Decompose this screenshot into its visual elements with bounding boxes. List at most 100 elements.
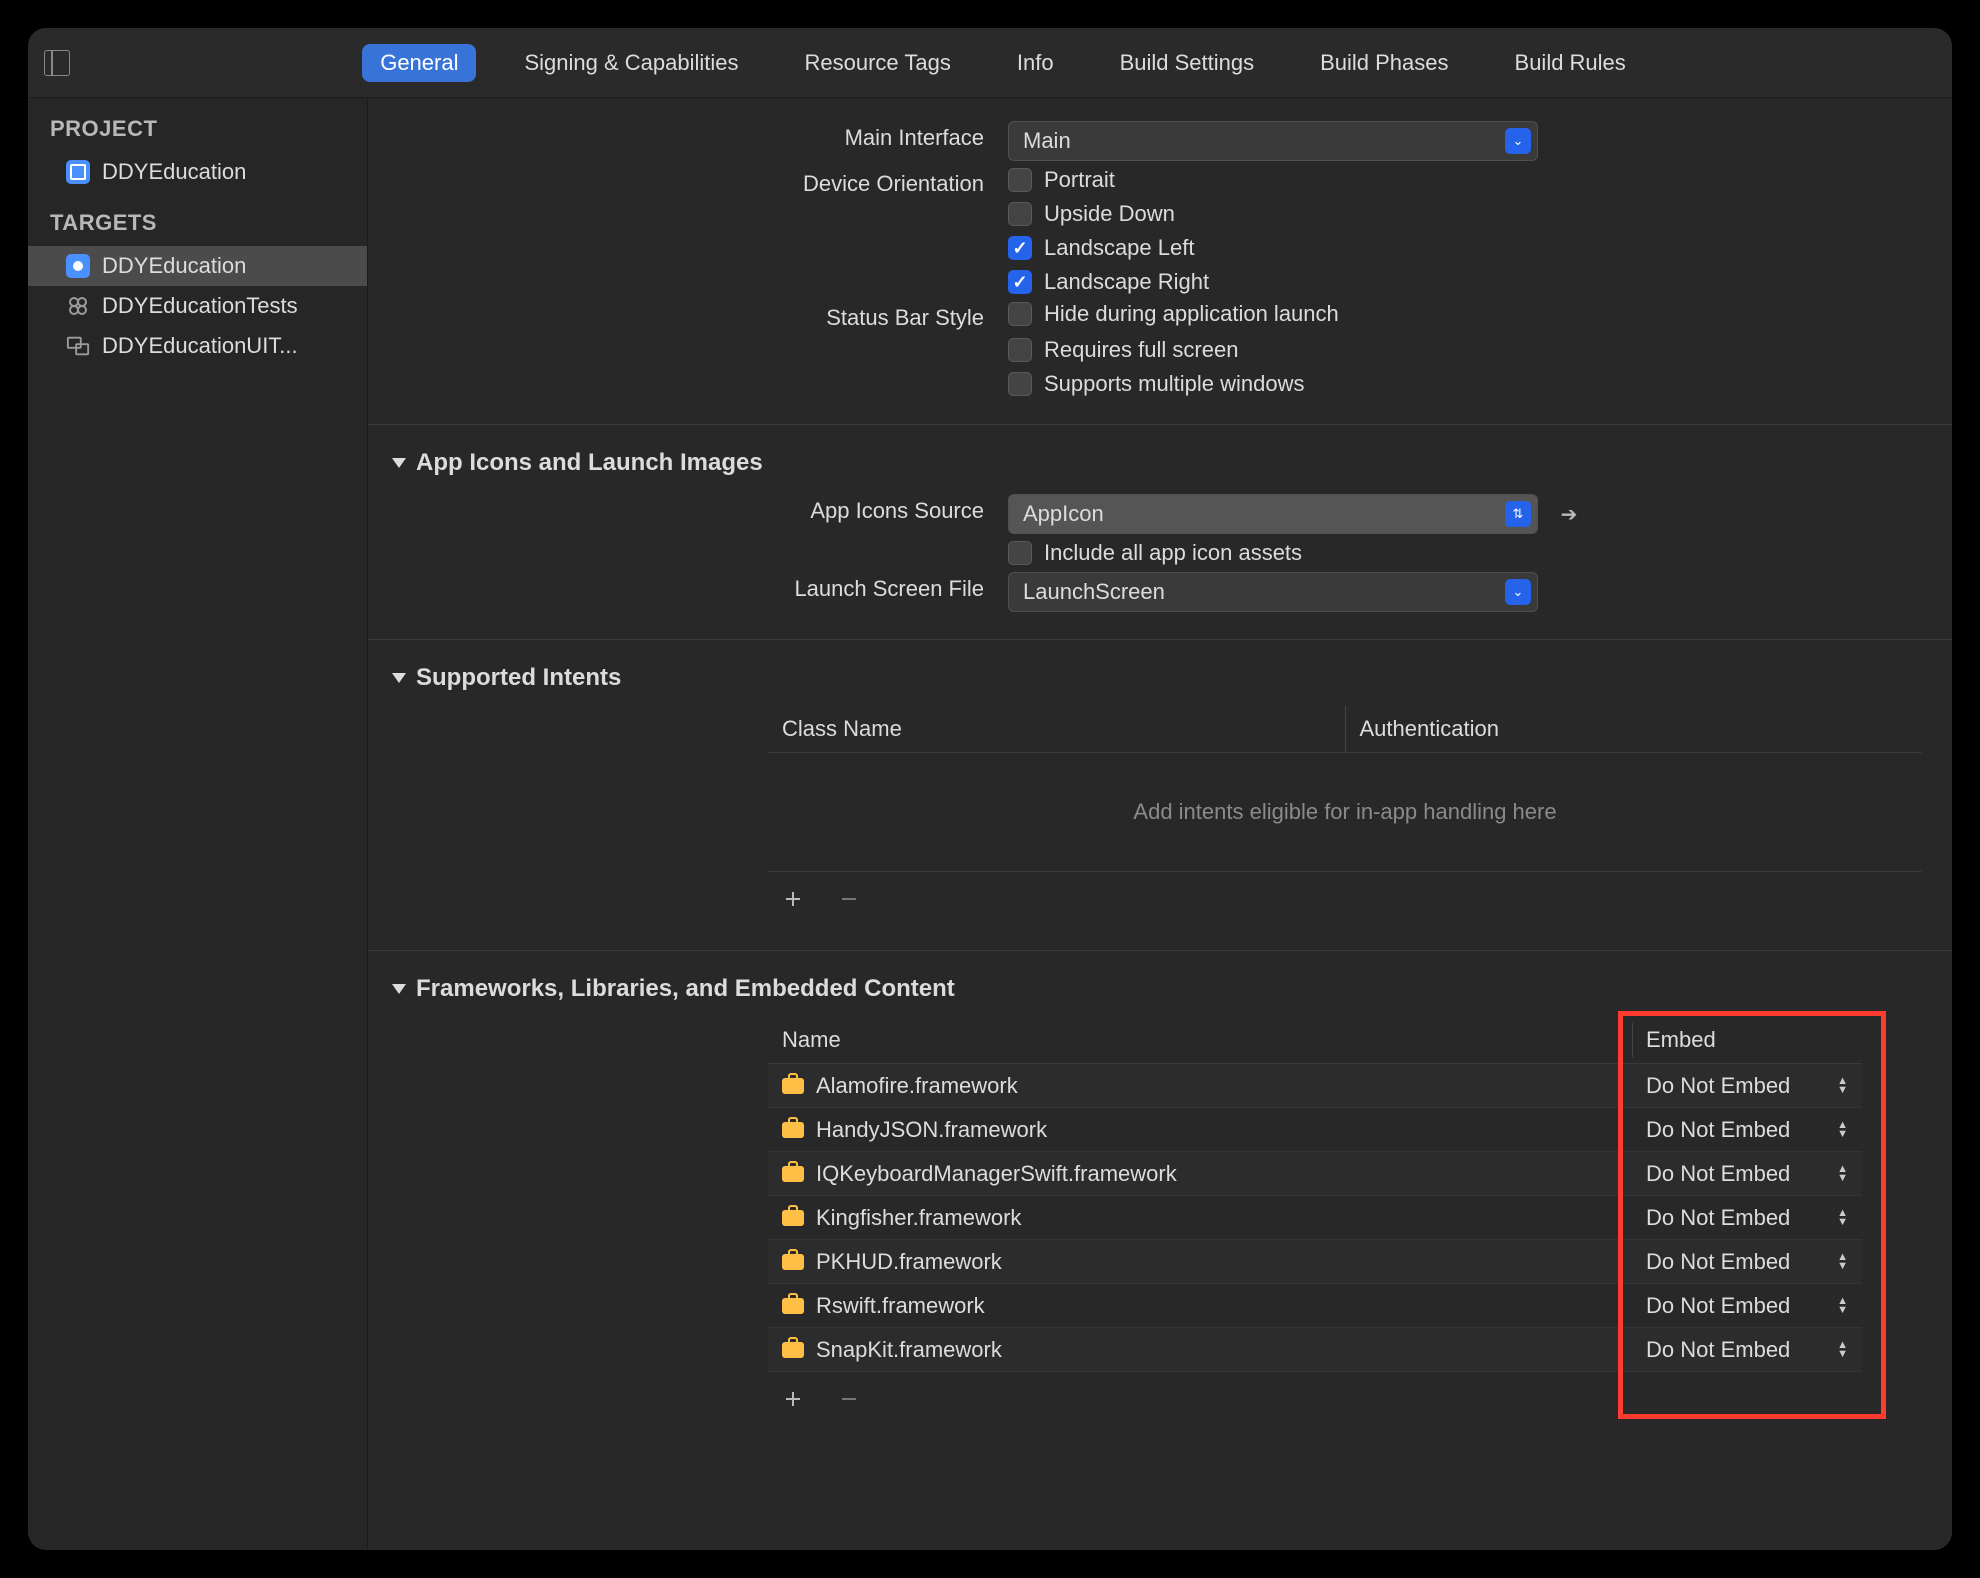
section-frameworks-title: Frameworks, Libraries, and Embedded Cont… (416, 975, 955, 1003)
frameworks-table: Name Embed Alamofire.frameworkDo Not Emb… (768, 1017, 1862, 1426)
sidebar-project-item[interactable]: DDYEducation (28, 152, 367, 192)
status-multiwindow-label: Supports multiple windows (1044, 371, 1304, 397)
tab-build-rules[interactable]: Build Rules (1497, 44, 1644, 82)
status-hide-launch-label: Hide during application launch (1044, 301, 1339, 327)
framework-name: PKHUD.framework (816, 1249, 1002, 1275)
section-app-icons-title: App Icons and Launch Images (416, 449, 763, 477)
framework-name: Alamofire.framework (816, 1073, 1018, 1099)
remove-intent-button[interactable] (836, 886, 862, 912)
dropdown-arrow-icon: ⇅ (1505, 501, 1531, 527)
launch-screen-select[interactable]: LaunchScreen ⌄ (1008, 572, 1538, 612)
status-bar-label: Status Bar Style (368, 301, 1008, 331)
intents-table: Class Name Authentication Add intents el… (768, 706, 1922, 926)
orientation-landscape-left[interactable]: Landscape Left (1008, 235, 1912, 261)
tab-general[interactable]: General (362, 44, 476, 82)
tab-signing[interactable]: Signing & Capabilities (506, 44, 756, 82)
checkbox[interactable] (1008, 302, 1032, 326)
checkbox[interactable] (1008, 338, 1032, 362)
add-framework-button[interactable] (780, 1386, 806, 1412)
checkbox[interactable] (1008, 236, 1032, 260)
main-interface-value: Main (1023, 128, 1071, 154)
sidebar-target-uitests-label: DDYEducationUIT... (102, 333, 298, 359)
chevron-down-icon (392, 673, 406, 683)
app-icons-source-label: App Icons Source (368, 494, 1008, 524)
intents-col-classname[interactable]: Class Name (768, 706, 1345, 752)
annotation-highlight (1618, 1011, 1886, 1419)
project-icon (66, 160, 90, 184)
section-intents[interactable]: Supported Intents (368, 640, 1952, 706)
status-hide-launch[interactable]: Hide during application launch (1008, 301, 1912, 327)
main-interface-label: Main Interface (368, 121, 1008, 151)
include-all-icons-label: Include all app icon assets (1044, 540, 1302, 566)
chevron-down-icon (392, 984, 406, 994)
framework-name: Kingfisher.framework (816, 1205, 1021, 1231)
orientation-upside-down[interactable]: Upside Down (1008, 201, 1912, 227)
checkbox[interactable] (1008, 372, 1032, 396)
tab-resource-tags[interactable]: Resource Tags (787, 44, 969, 82)
chevron-down-icon (392, 458, 406, 468)
add-intent-button[interactable] (780, 886, 806, 912)
sidebar-targets-header: TARGETS (28, 192, 367, 246)
launch-screen-label: Launch Screen File (368, 572, 1008, 602)
framework-name: IQKeyboardManagerSwift.framework (816, 1161, 1177, 1187)
intents-header: Class Name Authentication (768, 706, 1922, 753)
editor-main: Main Interface Main ⌄ Device Orientation… (368, 98, 1952, 1550)
framework-name: Rswift.framework (816, 1293, 985, 1319)
sidebar-target-app[interactable]: DDYEducation (28, 246, 367, 286)
section-intents-title: Supported Intents (416, 664, 621, 692)
sidebar-project-header: PROJECT (28, 98, 367, 152)
sidebar-target-tests[interactable]: DDYEducationTests (28, 286, 367, 326)
framework-name: SnapKit.framework (816, 1337, 1002, 1363)
status-fullscreen-label: Requires full screen (1044, 337, 1238, 363)
orientation-portrait-label: Portrait (1044, 167, 1115, 193)
sidebar-target-tests-label: DDYEducationTests (102, 293, 298, 319)
tab-info[interactable]: Info (999, 44, 1072, 82)
unit-tests-icon (66, 294, 90, 318)
framework-icon (782, 1078, 804, 1094)
checkbox[interactable] (1008, 168, 1032, 192)
go-to-asset-icon[interactable]: ➔ (1556, 501, 1582, 527)
framework-name: HandyJSON.framework (816, 1117, 1047, 1143)
framework-icon (782, 1298, 804, 1314)
orientation-portrait[interactable]: Portrait (1008, 167, 1912, 193)
orientation-landscape-right-label: Landscape Right (1044, 269, 1209, 295)
app-icons-source-select[interactable]: AppIcon ⇅ (1008, 494, 1538, 534)
framework-icon (782, 1166, 804, 1182)
frameworks-col-name[interactable]: Name (768, 1017, 1632, 1063)
checkbox[interactable] (1008, 270, 1032, 294)
status-fullscreen[interactable]: Requires full screen (1008, 337, 1912, 363)
checkbox[interactable] (1008, 202, 1032, 226)
tab-build-settings[interactable]: Build Settings (1102, 44, 1273, 82)
sidebar-project-label: DDYEducation (102, 159, 246, 185)
sidebar-target-uitests[interactable]: DDYEducationUIT... (28, 326, 367, 366)
framework-icon (782, 1122, 804, 1138)
section-app-icons[interactable]: App Icons and Launch Images (368, 425, 1952, 491)
checkbox[interactable] (1008, 541, 1032, 565)
orientation-landscape-left-label: Landscape Left (1044, 235, 1194, 261)
app-icons-source-value: AppIcon (1023, 501, 1104, 527)
framework-icon (782, 1210, 804, 1226)
project-sidebar: PROJECT DDYEducation TARGETS DDYEducatio… (28, 98, 368, 1550)
deployment-form: Main Interface Main ⌄ Device Orientation… (368, 98, 1952, 1446)
section-frameworks[interactable]: Frameworks, Libraries, and Embedded Cont… (368, 951, 1952, 1017)
framework-icon (782, 1254, 804, 1270)
include-all-icons[interactable]: Include all app icon assets (1008, 540, 1912, 566)
tab-build-phases[interactable]: Build Phases (1302, 44, 1466, 82)
editor-tabs: General Signing & Capabilities Resource … (70, 44, 1936, 82)
sidebar-target-app-label: DDYEducation (102, 253, 246, 279)
xcode-target-editor: General Signing & Capabilities Resource … (28, 28, 1952, 1550)
intents-col-auth[interactable]: Authentication (1345, 706, 1923, 752)
app-target-icon (66, 254, 90, 278)
orientation-upside-down-label: Upside Down (1044, 201, 1175, 227)
intents-empty-text: Add intents eligible for in-app handling… (768, 753, 1922, 872)
sidebar-toggle-icon[interactable] (44, 50, 70, 76)
main-interface-select[interactable]: Main ⌄ (1008, 121, 1538, 161)
device-orientation-label: Device Orientation (368, 167, 1008, 197)
dropdown-arrow-icon: ⌄ (1505, 579, 1531, 605)
remove-framework-button[interactable] (836, 1386, 862, 1412)
ui-tests-icon (66, 334, 90, 358)
status-multiwindow[interactable]: Supports multiple windows (1008, 371, 1912, 397)
launch-screen-value: LaunchScreen (1023, 579, 1165, 605)
orientation-landscape-right[interactable]: Landscape Right (1008, 269, 1912, 295)
framework-icon (782, 1342, 804, 1358)
